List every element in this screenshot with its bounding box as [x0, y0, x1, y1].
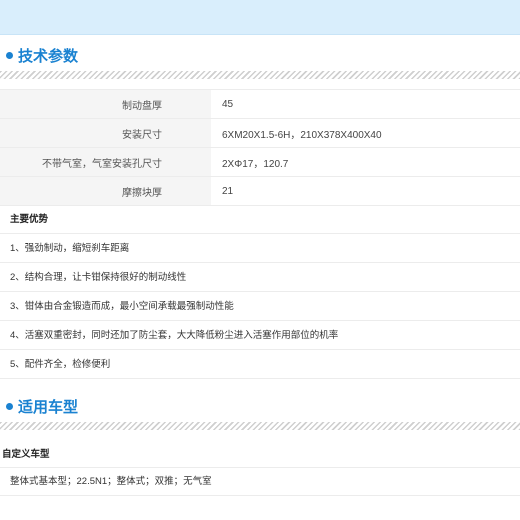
list-item: 2、结构合理，让卡钳保持很好的制动线性 — [0, 263, 520, 292]
hatch-divider — [0, 71, 520, 79]
custom-models-row: 整体式基本型；22.5N1；整体式；双推；无气室 — [0, 468, 520, 496]
list-item: 5、配件齐全，检修便利 — [0, 350, 520, 379]
table-row: 安装尺寸 6XM20X1.5-6H，210X378X400X40 — [0, 118, 520, 148]
spec-label: 摩擦块厚 — [0, 176, 211, 206]
list-item: 4、活塞双重密封，同时还加了防尘套，大大降低粉尘进入活塞作用部位的机率 — [0, 321, 520, 350]
bullet-dot-icon — [6, 403, 13, 410]
spec-value: 2XΦ17，120.7 — [211, 147, 520, 177]
section-title: 技术参数 — [18, 48, 79, 65]
table-row: 摩擦块厚 21 — [0, 176, 520, 206]
spec-label: 不带气室，气室安装孔尺寸 — [0, 147, 211, 177]
hatch-divider — [0, 422, 520, 430]
spec-label: 制动盘厚 — [0, 89, 211, 119]
spec-value: 21 — [211, 176, 520, 206]
advantages-heading: 主要优势 — [0, 206, 520, 234]
custom-models-heading: 自定义车型 — [0, 430, 520, 468]
bullet-dot-icon — [6, 52, 13, 59]
list-item: 1、强劲制动，缩短刹车距离 — [0, 234, 520, 263]
table-row: 不带气室，气室安装孔尺寸 2XΦ17，120.7 — [0, 147, 520, 177]
table-row: 制动盘厚 45 — [0, 89, 520, 119]
list-item: 3、钳体由合金锻造而成，最小空间承载最强制动性能 — [0, 292, 520, 321]
section-title: 适用车型 — [18, 399, 79, 416]
section-header-models: 适用车型 — [0, 386, 520, 430]
top-banner — [0, 0, 520, 35]
spec-table: 制动盘厚 45 安装尺寸 6XM20X1.5-6H，210X378X400X40… — [0, 89, 520, 206]
section-header-params: 技术参数 — [0, 35, 520, 79]
spec-value: 6XM20X1.5-6H，210X378X400X40 — [211, 118, 520, 148]
spec-value: 45 — [211, 89, 520, 119]
spec-label: 安装尺寸 — [0, 118, 211, 148]
